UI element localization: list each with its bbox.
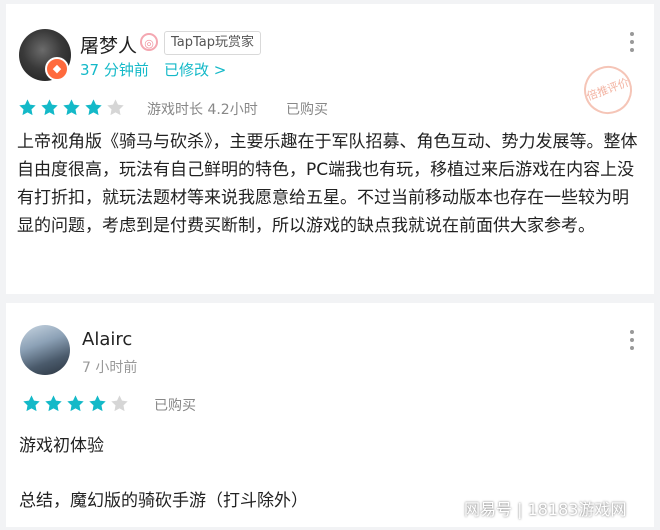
star-icon — [63, 99, 80, 116]
rating-stars — [22, 394, 132, 413]
recommend-stamp: 倍推评价 — [577, 59, 639, 121]
user-avatar[interactable] — [20, 325, 70, 375]
post-time: 37 分钟前 — [80, 61, 149, 79]
post-time: 7 小时前 — [82, 360, 138, 376]
review-card-2: Alairc 7 小时前 已购买 游戏初体验 总结，魔幻版的骑砍手游（打斗除外） — [6, 303, 654, 527]
more-icon[interactable] — [630, 330, 634, 354]
verify-icon: ◎ — [140, 33, 158, 51]
playtime-text: 游戏时长 4.2小时 — [147, 102, 258, 118]
star-icon — [23, 395, 40, 412]
official-badge-icon: ◆ — [45, 57, 69, 81]
star-icon — [19, 99, 36, 116]
star-icon — [111, 395, 128, 412]
star-icon — [107, 99, 124, 116]
star-icon — [41, 99, 58, 116]
role-badge: TapTap玩赏家 — [164, 31, 262, 55]
star-icon — [45, 395, 62, 412]
source-watermark: 网易号 | 18183游戏网 — [464, 500, 627, 519]
review-line-1: 游戏初体验 — [19, 436, 104, 456]
star-icon — [67, 395, 84, 412]
edited-link[interactable]: 已修改 > — [164, 59, 226, 80]
purchased-label: 已购买 — [154, 398, 196, 414]
rating-stars — [18, 98, 128, 117]
review-card-1: ◆ 屠梦人 ◎ TapTap玩赏家 37 分钟前 已修改 > 倍推评价 游戏时长… — [6, 4, 654, 294]
review-body: 上帝视角版《骑马与砍杀》，主要乐趣在于军队招募、角色互动、势力发展等。整体自由度… — [17, 132, 638, 236]
username[interactable]: Alairc — [82, 329, 132, 350]
purchased-label: 已购买 — [286, 102, 328, 118]
star-icon — [89, 395, 106, 412]
username[interactable]: 屠梦人 — [80, 31, 137, 58]
more-icon[interactable] — [630, 32, 634, 56]
star-icon — [85, 99, 102, 116]
review-line-2: 总结，魔幻版的骑砍手游（打斗除外） — [19, 491, 308, 511]
